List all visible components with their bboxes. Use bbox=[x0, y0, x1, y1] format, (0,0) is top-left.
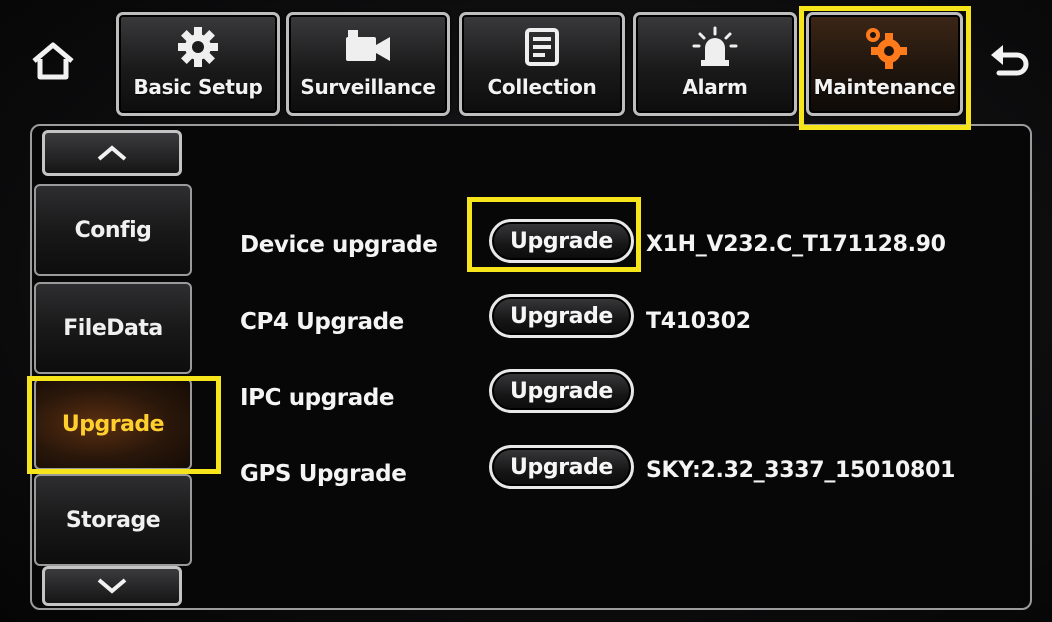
scroll-up-button[interactable] bbox=[42, 130, 182, 176]
tab-basic-setup[interactable]: Basic Setup bbox=[116, 12, 280, 116]
document-icon bbox=[525, 28, 559, 66]
sidebar-item-label: Storage bbox=[65, 507, 161, 533]
cp4-upgrade-label: CP4 Upgrade bbox=[240, 309, 404, 335]
home-icon bbox=[32, 42, 74, 80]
sidebar-item-label: FileData bbox=[63, 315, 163, 341]
chevron-down-icon bbox=[97, 578, 127, 594]
chevron-up-icon bbox=[97, 145, 127, 161]
tab-maintenance[interactable]: Maintenance bbox=[806, 12, 963, 116]
gps-upgrade-label: GPS Upgrade bbox=[240, 461, 407, 487]
ipc-upgrade-label: IPC upgrade bbox=[240, 385, 395, 411]
sidebar-item-storage[interactable]: Storage bbox=[34, 474, 192, 566]
device-upgrade-label: Device upgrade bbox=[240, 232, 438, 258]
ipc-upgrade-button[interactable]: Upgrade bbox=[489, 369, 634, 413]
back-arrow-icon bbox=[991, 45, 1029, 76]
tab-label: Basic Setup bbox=[133, 75, 263, 99]
sidebar-item-label: Config bbox=[74, 217, 152, 243]
sidebar-item-filedata[interactable]: FileData bbox=[34, 282, 192, 374]
home-button[interactable] bbox=[28, 36, 78, 86]
maintenance-gears-icon bbox=[865, 28, 907, 69]
device-version-text: X1H_V232.C_T171128.90 bbox=[646, 232, 946, 257]
sidebar-item-label: Upgrade bbox=[61, 411, 165, 437]
tab-label: Maintenance bbox=[813, 75, 956, 99]
tab-label: Surveillance bbox=[300, 75, 436, 99]
gear-icon bbox=[178, 27, 218, 67]
sidebar-item-upgrade[interactable]: Upgrade bbox=[34, 378, 192, 470]
gps-version-text: SKY:2.32_3337_15010801 bbox=[646, 458, 956, 483]
sidebar: Config FileData Upgrade Storage bbox=[30, 124, 198, 610]
dvr-screen: Basic Setup Surveillance Collection Alar… bbox=[0, 0, 1052, 622]
back-button[interactable] bbox=[986, 36, 1036, 86]
gps-upgrade-button[interactable]: Upgrade bbox=[489, 445, 634, 489]
tab-label: Alarm bbox=[682, 75, 748, 99]
tab-label: Collection bbox=[487, 75, 597, 99]
device-upgrade-button[interactable]: Upgrade bbox=[489, 219, 634, 263]
cp4-version-text: T410302 bbox=[646, 309, 751, 334]
alarm-light-icon bbox=[692, 26, 738, 66]
sidebar-item-config[interactable]: Config bbox=[34, 184, 192, 276]
tab-collection[interactable]: Collection bbox=[459, 12, 625, 116]
tab-alarm[interactable]: Alarm bbox=[633, 12, 797, 116]
scroll-down-button[interactable] bbox=[42, 566, 182, 606]
tab-surveillance[interactable]: Surveillance bbox=[286, 12, 450, 116]
cp4-upgrade-button[interactable]: Upgrade bbox=[489, 294, 634, 338]
video-camera-icon bbox=[346, 30, 390, 61]
